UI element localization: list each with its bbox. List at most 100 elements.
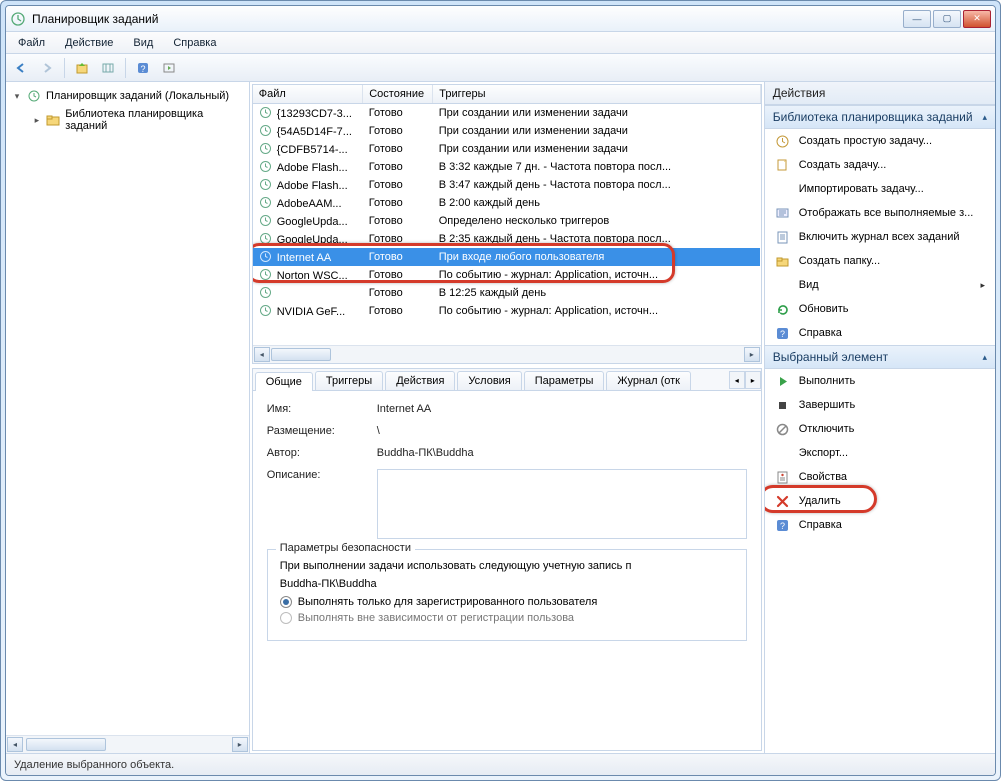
right-pane: Действия Библиотека планировщика заданий… <box>765 82 995 753</box>
action-lib-8[interactable]: ?Справка <box>765 321 995 345</box>
help-button[interactable]: ? <box>132 57 154 79</box>
detail-tabs: Общие Триггеры Действия Условия Параметр… <box>253 369 761 391</box>
lbl-author: Автор: <box>267 447 377 459</box>
toolbar: ? <box>6 54 995 82</box>
minimize-button[interactable]: — <box>903 10 931 28</box>
action-lib-0[interactable]: Создать простую задачу... <box>765 129 995 153</box>
action-lib-1[interactable]: Создать задачу... <box>765 153 995 177</box>
menu-help[interactable]: Справка <box>163 35 226 51</box>
tab-actions[interactable]: Действия <box>385 371 455 390</box>
action-lib-6[interactable]: Вид▸ <box>765 273 995 297</box>
tree-root[interactable]: ▾ Планировщик заданий (Локальный) <box>10 86 245 106</box>
tab-next[interactable]: ▸ <box>745 371 761 389</box>
task-table-host: Файл Состояние Триггеры {13293CD7-3...Го… <box>252 84 762 364</box>
lbl-description: Описание: <box>267 469 377 539</box>
run-icon <box>775 373 791 389</box>
task-table: Файл Состояние Триггеры {13293CD7-3...Го… <box>253 85 761 320</box>
titlebar: Планировщик заданий — ▢ ✕ <box>6 6 995 32</box>
tree: ▾ Планировщик заданий (Локальный) ▸ Библ… <box>6 82 249 735</box>
menubar: Файл Действие Вид Справка <box>6 32 995 54</box>
tab-triggers[interactable]: Триггеры <box>315 371 383 390</box>
folder-icon <box>775 253 791 269</box>
section-selected-head[interactable]: Выбранный элемент▴ <box>765 345 995 369</box>
tab-body: Имя:Internet AA Размещение:\ Автор:Buddh… <box>253 391 761 750</box>
table-row[interactable]: {13293CD7-3...ГотовоПри создании или изм… <box>253 104 761 123</box>
action-lib-7[interactable]: Обновить <box>765 297 995 321</box>
forward-button[interactable] <box>36 57 58 79</box>
action-sel-4[interactable]: Свойства <box>765 465 995 489</box>
table-row[interactable]: ГотовоВ 12:25 каждый день <box>253 284 761 302</box>
security-account: Buddha-ПК\Buddha <box>280 578 734 590</box>
close-button[interactable]: ✕ <box>963 10 991 28</box>
new-icon <box>775 157 791 173</box>
security-group-label: Параметры безопасности <box>276 542 415 554</box>
tab-settings[interactable]: Параметры <box>524 371 605 390</box>
action-sel-1[interactable]: Завершить <box>765 393 995 417</box>
columns-button[interactable] <box>97 57 119 79</box>
table-row[interactable]: Adobe Flash...ГотовоВ 3:47 каждый день -… <box>253 176 761 194</box>
val-author: Buddha-ПК\Buddha <box>377 447 747 459</box>
menu-file[interactable]: Файл <box>8 35 55 51</box>
action-lib-5[interactable]: Создать папку... <box>765 249 995 273</box>
table-row[interactable]: NVIDIA GeF...ГотовоПо событию - журнал: … <box>253 302 761 320</box>
statusbar: Удаление выбранного объекта. <box>6 753 995 775</box>
val-name: Internet AA <box>377 403 747 415</box>
tree-library[interactable]: ▸ Библиотека планировщика заданий <box>10 106 245 134</box>
table-row[interactable]: Internet AAГотовоПри входе любого пользо… <box>253 248 761 266</box>
window-title: Планировщик заданий <box>32 12 903 26</box>
security-group: Параметры безопасности При выполнении за… <box>267 549 747 641</box>
tree-root-label: Планировщик заданий (Локальный) <box>46 90 229 102</box>
blank-icon <box>775 445 791 461</box>
tab-prev[interactable]: ◂ <box>729 371 745 389</box>
svg-text:?: ? <box>140 64 145 74</box>
col-state[interactable]: Состояние <box>363 85 433 104</box>
action-sel-5[interactable]: Удалить <box>765 489 995 513</box>
action-sel-0[interactable]: Выполнить <box>765 369 995 393</box>
table-row[interactable]: {CDFB5714-...ГотовоПри создании или изме… <box>253 140 761 158</box>
delete-icon <box>775 493 791 509</box>
display-icon <box>775 205 791 221</box>
action-lib-2[interactable]: Импортировать задачу... <box>765 177 995 201</box>
menu-view[interactable]: Вид <box>123 35 163 51</box>
action-lib-4[interactable]: Включить журнал всех заданий <box>765 225 995 249</box>
section-library-head[interactable]: Библиотека планировщика заданий▴ <box>765 105 995 129</box>
col-file[interactable]: Файл <box>253 85 363 104</box>
radio-any[interactable]: Выполнять вне зависимости от регистрации… <box>280 612 734 624</box>
up-button[interactable] <box>71 57 93 79</box>
back-button[interactable] <box>10 57 32 79</box>
left-scrollbar[interactable]: ◂ ▸ <box>6 735 249 753</box>
radio-logged-on[interactable]: Выполнять только для зарегистрированного… <box>280 596 734 608</box>
disable-icon <box>775 421 791 437</box>
menu-action[interactable]: Действие <box>55 35 123 51</box>
help-icon: ? <box>775 325 791 341</box>
action-sel-3[interactable]: Экспорт... <box>765 441 995 465</box>
journal-icon <box>775 229 791 245</box>
description-box[interactable] <box>377 469 747 539</box>
table-row[interactable]: Norton WSC...ГотовоПо событию - журнал: … <box>253 266 761 284</box>
actions-header: Действия <box>765 82 995 105</box>
app-icon <box>10 11 26 27</box>
clock-icon <box>26 88 42 104</box>
table-row[interactable]: {54A5D14F-7...ГотовоПри создании или изм… <box>253 122 761 140</box>
table-row[interactable]: AdobeAAM...ГотовоВ 2:00 каждый день <box>253 194 761 212</box>
blank-icon <box>775 277 791 293</box>
action-lib-3[interactable]: Отображать все выполняемые з... <box>765 201 995 225</box>
status-text: Удаление выбранного объекта. <box>14 759 174 771</box>
maximize-button[interactable]: ▢ <box>933 10 961 28</box>
col-trigger[interactable]: Триггеры <box>433 85 761 104</box>
run-button[interactable] <box>158 57 180 79</box>
tab-general[interactable]: Общие <box>255 372 313 391</box>
table-scrollbar[interactable]: ◂ ▸ <box>253 345 761 363</box>
table-row[interactable]: GoogleUpda...ГотовоОпределено несколько … <box>253 212 761 230</box>
help-icon: ? <box>775 517 791 533</box>
tab-conditions[interactable]: Условия <box>457 371 521 390</box>
lbl-location: Размещение: <box>267 425 377 437</box>
action-sel-2[interactable]: Отключить <box>765 417 995 441</box>
center-pane: Файл Состояние Триггеры {13293CD7-3...Го… <box>250 82 765 753</box>
blank-icon <box>775 181 791 197</box>
stop-icon <box>775 397 791 413</box>
tab-history[interactable]: Журнал (отк <box>606 371 691 390</box>
action-sel-6[interactable]: ?Справка <box>765 513 995 537</box>
table-row[interactable]: Adobe Flash...ГотовоВ 3:32 каждые 7 дн. … <box>253 158 761 176</box>
table-row[interactable]: GoogleUpda...ГотовоВ 2:35 каждый день - … <box>253 230 761 248</box>
